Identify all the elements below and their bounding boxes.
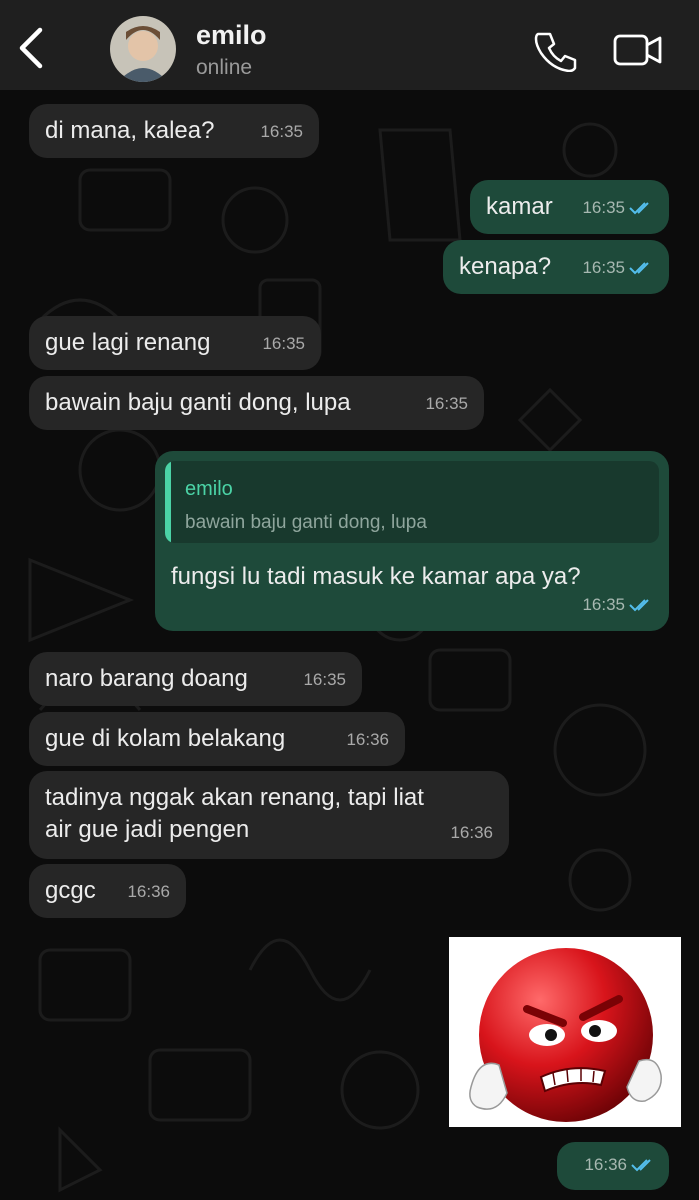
message-text: naro barang doang xyxy=(45,665,248,692)
message-time: 16:36 xyxy=(584,1155,627,1174)
sticker-timestamp-bubble[interactable]: 16:36 xyxy=(557,1142,669,1190)
message-time: 16:35 xyxy=(262,334,305,353)
double-check-icon xyxy=(629,202,649,215)
quote-accent-bar xyxy=(165,461,171,543)
contact-name[interactable]: emilo xyxy=(196,20,267,51)
video-camera-icon xyxy=(613,34,662,66)
message-time: 16:35 xyxy=(582,198,625,217)
voice-call-button[interactable] xyxy=(533,28,577,73)
contact-avatar[interactable] xyxy=(110,16,176,82)
back-button[interactable] xyxy=(10,22,50,74)
message-text: kenapa? xyxy=(459,253,552,280)
message-time: 16:35 xyxy=(582,595,625,614)
phone-icon xyxy=(534,32,577,73)
incoming-message[interactable]: naro barang doang 16:35 xyxy=(29,652,362,706)
incoming-message[interactable]: gue lagi renang 16:35 xyxy=(29,316,321,370)
message-time: 16:35 xyxy=(582,258,625,277)
double-check-icon xyxy=(629,599,649,612)
video-call-button[interactable] xyxy=(612,30,664,70)
quoted-message[interactable]: emilo bawain baju ganti dong, lupa xyxy=(165,461,659,543)
message-text: gue lagi renang xyxy=(45,329,211,356)
chevron-left-icon xyxy=(19,27,43,69)
quoted-text: bawain baju ganti dong, lupa xyxy=(185,512,427,533)
message-text: gue di kolam belakang xyxy=(45,725,286,752)
outgoing-reply-message[interactable]: emilo bawain baju ganti dong, lupa fungs… xyxy=(155,451,669,631)
incoming-message[interactable]: tadinya nggak akan renang, tapi liat air… xyxy=(29,771,509,859)
outgoing-message[interactable]: kamar 16:35 xyxy=(470,180,669,234)
message-text-line-1: tadinya nggak akan renang, tapi liat xyxy=(45,784,424,811)
incoming-message[interactable]: di mana, kalea? 16:35 xyxy=(29,104,319,158)
sticker-message[interactable] xyxy=(449,937,681,1127)
incoming-message[interactable]: gue di kolam belakang 16:36 xyxy=(29,712,405,766)
outgoing-message[interactable]: kenapa? 16:35 xyxy=(443,240,669,294)
message-text: kamar xyxy=(486,193,553,220)
message-text: fungsi lu tadi masuk ke kamar apa ya? xyxy=(171,563,581,590)
quoted-sender-name: emilo xyxy=(185,478,233,500)
contact-status: online xyxy=(196,56,253,79)
chat-header: emilo online xyxy=(0,0,699,90)
message-text: di mana, kalea? xyxy=(45,117,215,144)
angry-red-face-emoji-icon xyxy=(469,948,662,1122)
incoming-message[interactable]: gcgc 16:36 xyxy=(29,864,186,918)
message-time: 16:36 xyxy=(346,730,389,749)
message-time: 16:35 xyxy=(425,394,468,413)
double-check-icon xyxy=(631,1159,651,1172)
message-text: bawain baju ganti dong, lupa xyxy=(45,389,351,416)
message-time: 16:36 xyxy=(450,823,493,842)
message-text: gcgc xyxy=(45,877,96,904)
message-time: 16:36 xyxy=(127,882,170,901)
message-time: 16:35 xyxy=(260,122,303,141)
message-time: 16:35 xyxy=(303,670,346,689)
message-text-line-2: air gue jadi pengen xyxy=(45,816,250,843)
incoming-message[interactable]: bawain baju ganti dong, lupa 16:35 xyxy=(29,376,484,430)
double-check-icon xyxy=(629,262,649,275)
